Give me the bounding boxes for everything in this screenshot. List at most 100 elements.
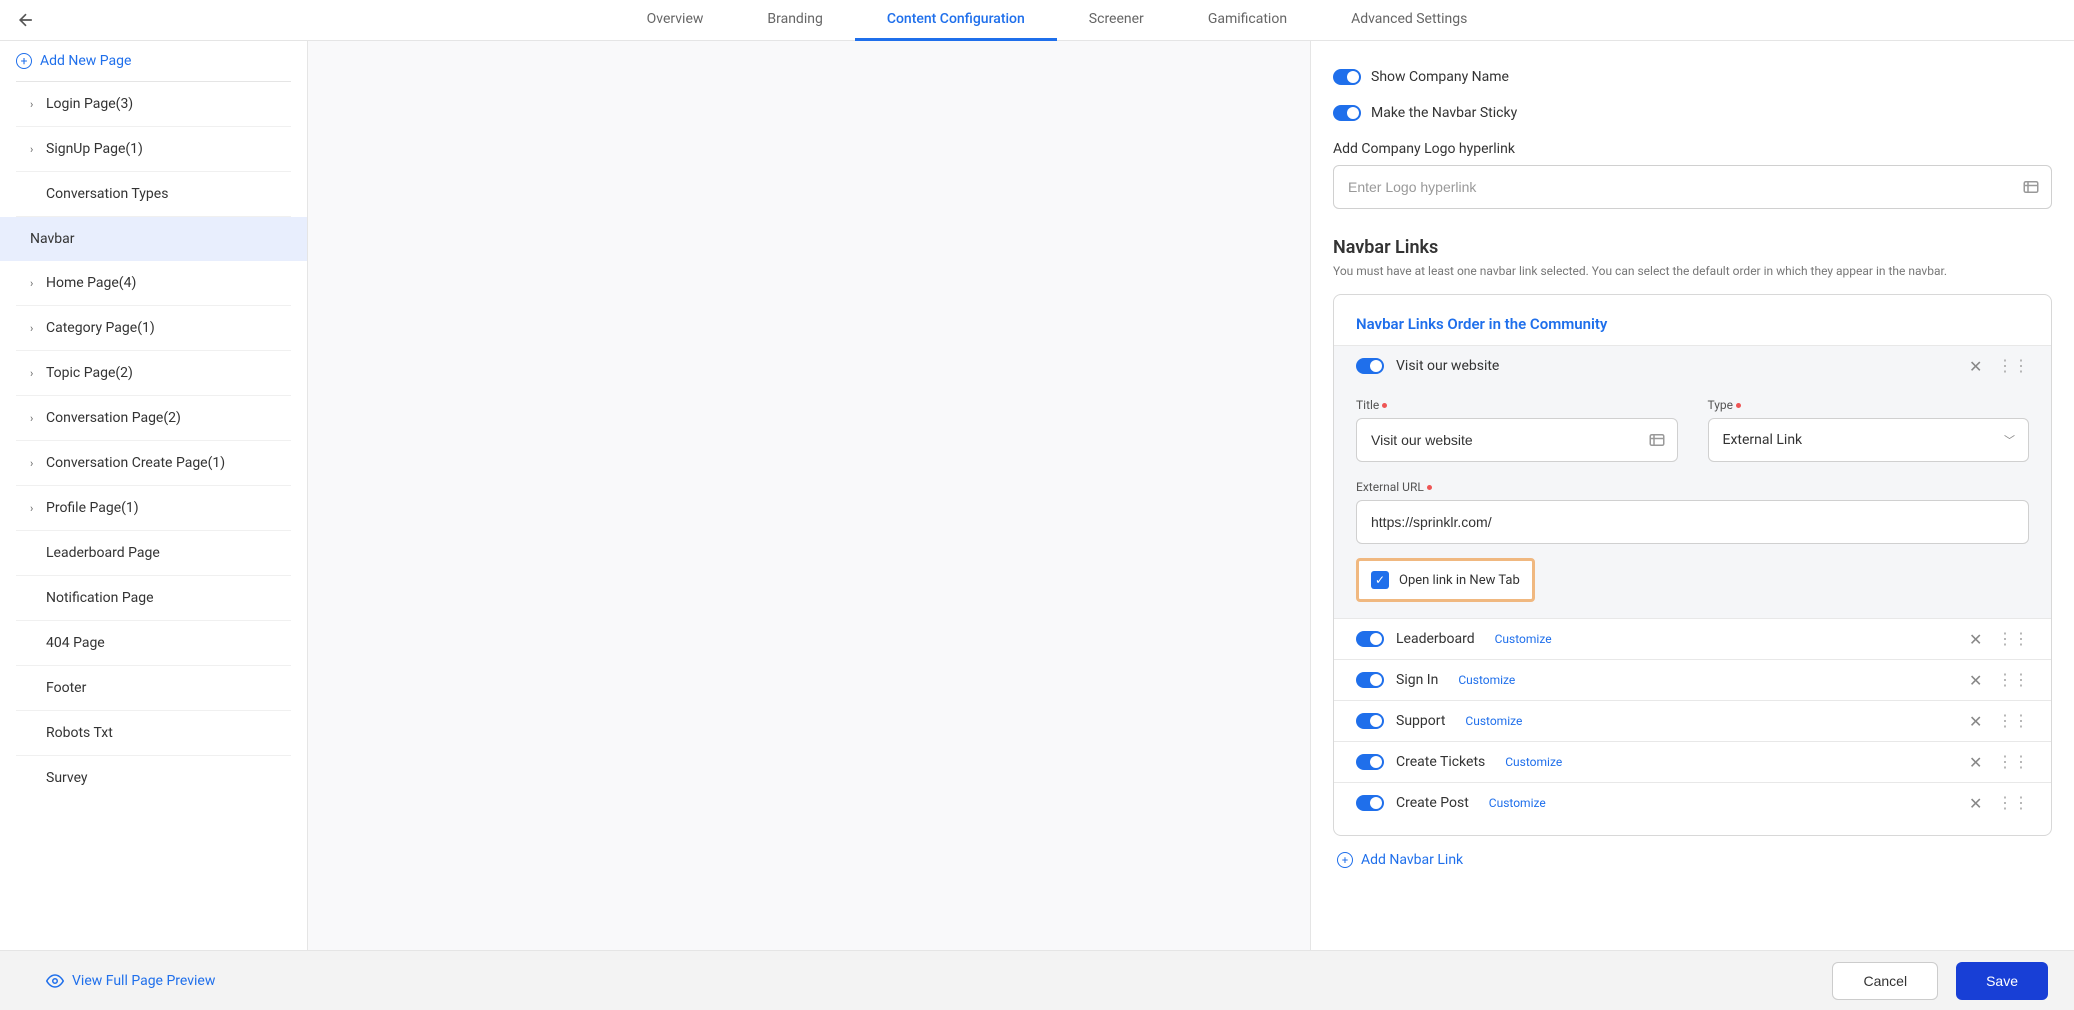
link-toggle[interactable] <box>1356 358 1384 374</box>
link-name: Support <box>1396 713 1445 729</box>
url-input[interactable] <box>1356 500 2029 544</box>
chevron-right-icon: › <box>30 412 42 425</box>
navbar-links-title: Navbar Links <box>1333 237 2052 258</box>
logo-hyperlink-label: Add Company Logo hyperlink <box>1333 141 2052 157</box>
logo-hyperlink-input[interactable] <box>1333 165 2052 209</box>
title-input[interactable] <box>1356 418 1678 462</box>
toggle-sticky-navbar[interactable] <box>1333 105 1361 121</box>
link-item: Create Tickets Customize ✕ ⋮⋮ <box>1334 741 2051 782</box>
customize-link[interactable]: Customize <box>1458 673 1515 687</box>
input-addon-icon[interactable] <box>2022 178 2040 196</box>
close-icon[interactable]: ✕ <box>1969 714 1983 728</box>
toggle-company-name[interactable] <box>1333 69 1361 85</box>
drag-icon[interactable]: ⋮⋮ <box>1997 795 2029 811</box>
link-header: Create Tickets Customize ✕ ⋮⋮ <box>1334 742 2051 782</box>
link-item: Sign In Customize ✕ ⋮⋮ <box>1334 659 2051 700</box>
input-addon-icon[interactable] <box>1648 431 1666 449</box>
sidebar-item[interactable]: ›Topic Page(2) <box>16 351 291 396</box>
link-item: Support Customize ✕ ⋮⋮ <box>1334 700 2051 741</box>
drag-icon[interactable]: ⋮⋮ <box>1997 672 2029 688</box>
customize-link[interactable]: Customize <box>1495 632 1552 646</box>
sidebar-item-label: Notification Page <box>46 590 154 606</box>
sidebar-item[interactable]: Leaderboard Page <box>16 531 291 576</box>
sidebar-item[interactable]: ›Conversation Create Page(1) <box>16 441 291 486</box>
customize-link[interactable]: Customize <box>1505 755 1562 769</box>
back-arrow-icon[interactable] <box>16 10 36 30</box>
required-dot <box>1736 403 1741 408</box>
close-icon[interactable]: ✕ <box>1969 755 1983 769</box>
link-name: Leaderboard <box>1396 631 1475 647</box>
sidebar-item[interactable]: ›Login Page(3) <box>16 82 291 127</box>
link-toggle[interactable] <box>1356 631 1384 647</box>
sidebar-item[interactable]: ›Category Page(1) <box>16 306 291 351</box>
toggle-sticky-label: Make the Navbar Sticky <box>1371 105 1517 121</box>
title-input-wrapper <box>1356 418 1678 462</box>
sidebar-item-label: Conversation Types <box>46 186 168 202</box>
type-select[interactable]: External Link <box>1708 418 2030 462</box>
link-header: Visit our website ✕ ⋮⋮ <box>1334 346 2051 386</box>
close-icon[interactable]: ✕ <box>1969 796 1983 810</box>
add-page-label: Add New Page <box>40 53 131 69</box>
close-icon[interactable]: ✕ <box>1969 632 1983 646</box>
customize-link[interactable]: Customize <box>1465 714 1522 728</box>
sidebar-item[interactable]: Navbar <box>0 217 307 261</box>
sidebar-item-label: Footer <box>46 680 86 696</box>
sidebar-item-label: Robots Txt <box>46 725 113 741</box>
link-name: Create Post <box>1396 795 1469 811</box>
sidebar-item[interactable]: Notification Page <box>16 576 291 621</box>
sidebar-item[interactable]: Survey <box>16 756 291 800</box>
tab-advanced-settings[interactable]: Advanced Settings <box>1319 0 1499 41</box>
view-preview-button[interactable]: View Full Page Preview <box>46 972 215 990</box>
close-icon[interactable]: ✕ <box>1969 359 1983 373</box>
link-toggle[interactable] <box>1356 672 1384 688</box>
add-navbar-link-button[interactable]: + Add Navbar Link <box>1333 852 2052 868</box>
sidebar-item[interactable]: ›Home Page(4) <box>16 261 291 306</box>
title-label: Title <box>1356 398 1678 412</box>
link-actions: ✕ ⋮⋮ <box>1969 754 2029 770</box>
link-toggle[interactable] <box>1356 713 1384 729</box>
toggle-sticky-row: Make the Navbar Sticky <box>1333 105 2052 121</box>
sidebar-item-label: Category Page(1) <box>46 320 155 336</box>
toggle-company-name-label: Show Company Name <box>1371 69 1509 85</box>
preview-label: View Full Page Preview <box>72 973 215 989</box>
tab-content-configuration[interactable]: Content Configuration <box>855 0 1057 41</box>
tab-screener[interactable]: Screener <box>1057 0 1176 41</box>
sidebar-item-label: Profile Page(1) <box>46 500 139 516</box>
add-new-page-button[interactable]: + Add New Page <box>0 41 307 81</box>
sidebar-item[interactable]: ›Profile Page(1) <box>16 486 291 531</box>
sidebar-item-label: Survey <box>46 770 88 786</box>
sidebar-item[interactable]: Footer <box>16 666 291 711</box>
tab-overview[interactable]: Overview <box>615 0 736 41</box>
save-button[interactable]: Save <box>1956 962 2048 1000</box>
top-tabs: Overview Branding Content Configuration … <box>0 0 2074 41</box>
tab-branding[interactable]: Branding <box>735 0 854 41</box>
sidebar-item[interactable]: ›SignUp Page(1) <box>16 127 291 172</box>
sidebar-item[interactable]: 404 Page <box>16 621 291 666</box>
link-item: Leaderboard Customize ✕ ⋮⋮ <box>1334 618 2051 659</box>
drag-icon[interactable]: ⋮⋮ <box>1997 358 2029 374</box>
sidebar-item-label: Home Page(4) <box>46 275 136 291</box>
navbar-links-desc: You must have at least one navbar link s… <box>1333 264 2052 278</box>
close-icon[interactable]: ✕ <box>1969 673 1983 687</box>
customize-link[interactable]: Customize <box>1489 796 1546 810</box>
drag-icon[interactable]: ⋮⋮ <box>1997 754 2029 770</box>
sidebar-item-label: Login Page(3) <box>46 96 133 112</box>
drag-icon[interactable]: ⋮⋮ <box>1997 631 2029 647</box>
toggle-company-name-row: Show Company Name <box>1333 69 2052 85</box>
cancel-button[interactable]: Cancel <box>1832 962 1938 1000</box>
link-actions: ✕ ⋮⋮ <box>1969 631 2029 647</box>
eye-icon <box>46 972 64 990</box>
link-toggle[interactable] <box>1356 795 1384 811</box>
sidebar-item-label: SignUp Page(1) <box>46 141 143 157</box>
drag-icon[interactable]: ⋮⋮ <box>1997 713 2029 729</box>
sidebar-item[interactable]: Conversation Types <box>16 172 291 217</box>
sidebar-item-label: Topic Page(2) <box>46 365 133 381</box>
link-expanded: Title Type External Link ﹀ <box>1334 386 2051 618</box>
sidebar-item[interactable]: ›Conversation Page(2) <box>16 396 291 441</box>
open-new-tab-checkbox[interactable]: ✓ <box>1371 571 1389 589</box>
tab-gamification[interactable]: Gamification <box>1176 0 1319 41</box>
link-name: Create Tickets <box>1396 754 1485 770</box>
link-actions: ✕ ⋮⋮ <box>1969 713 2029 729</box>
link-toggle[interactable] <box>1356 754 1384 770</box>
sidebar-item[interactable]: Robots Txt <box>16 711 291 756</box>
